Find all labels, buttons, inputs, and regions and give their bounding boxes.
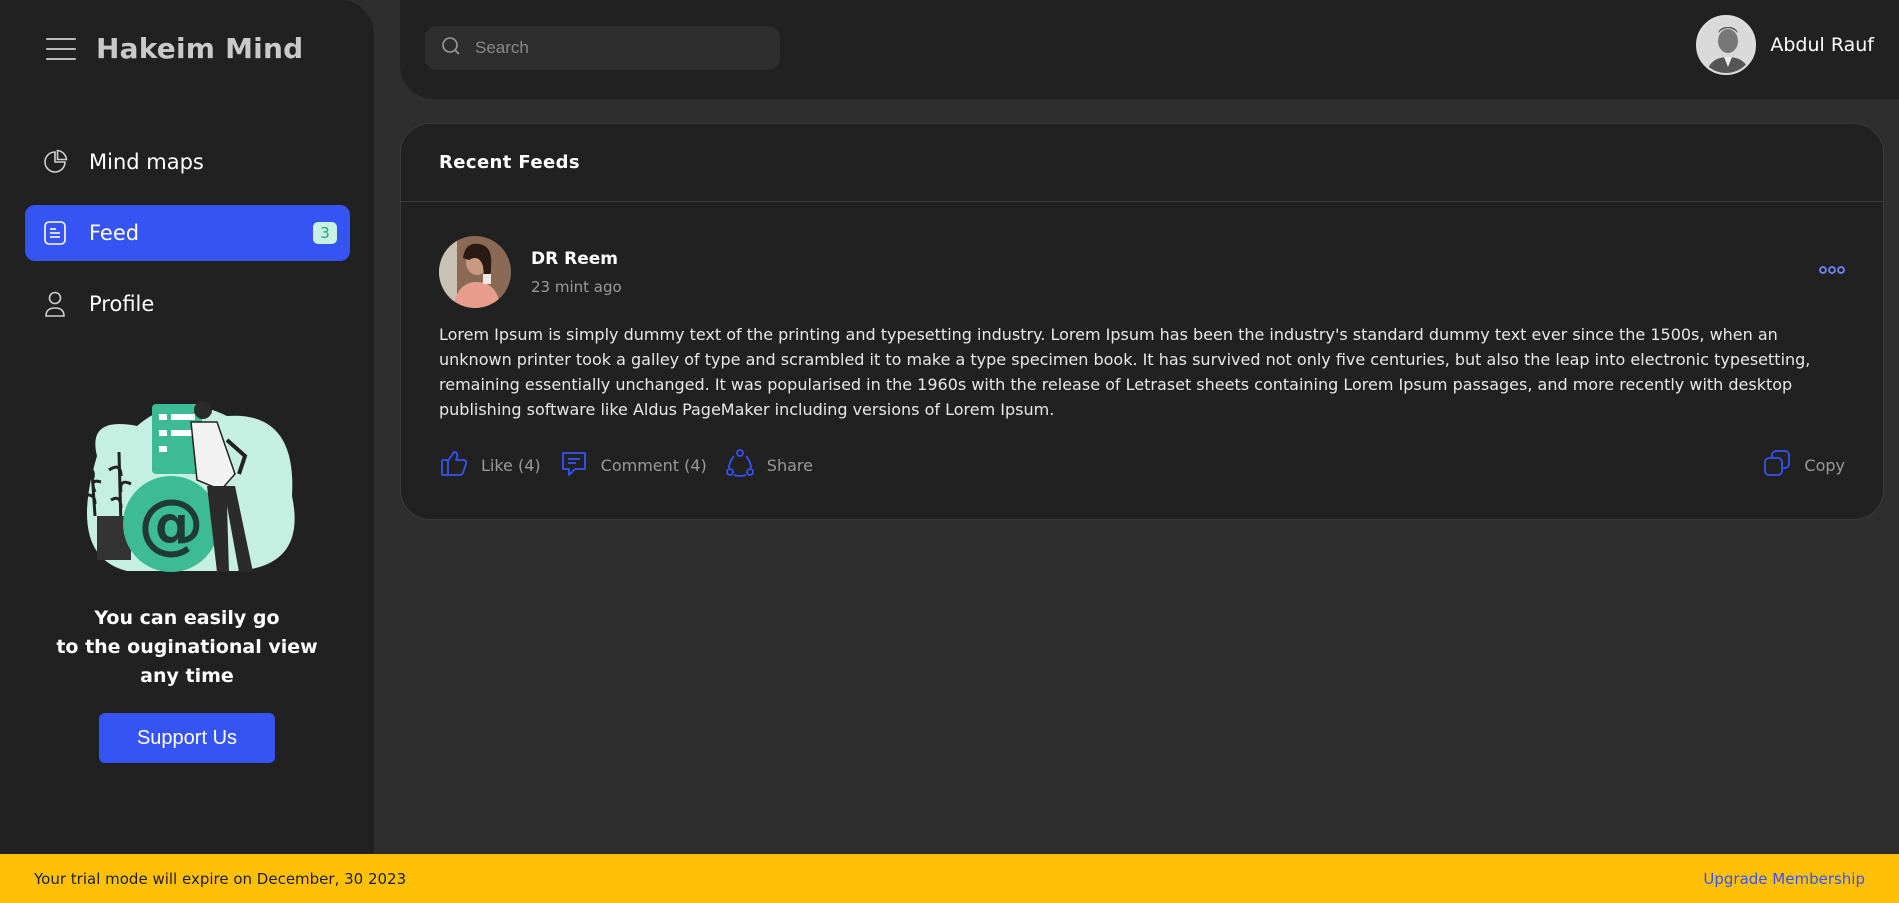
section-title: Recent Feeds (439, 152, 581, 173)
copy-label: Copy (1804, 455, 1845, 475)
sidebar-item-label: Feed (89, 221, 140, 245)
promo-line: any time (140, 665, 234, 687)
sidebar-item-label: Mind maps (89, 150, 204, 174)
share-button[interactable]: Share (725, 448, 813, 482)
sidebar: Hakeim Mind Mind maps Feed 3 Profile @ Y… (0, 0, 374, 854)
comment-label: Comment (4) (600, 455, 707, 475)
promo-panel: @ You can easily go to the ouginational … (0, 396, 374, 763)
card-header: Recent Feeds (401, 124, 1883, 202)
promo-line: You can easily go (94, 607, 280, 629)
promo-line: to the ouginational view (56, 636, 318, 658)
brand: Hakeim Mind (46, 32, 303, 65)
email-illustration-icon: @ (82, 401, 295, 572)
post-body: Lorem Ipsum is simply dummy text of the … (439, 325, 1811, 419)
avatar[interactable] (1696, 15, 1757, 75)
copy-button[interactable]: Copy (1762, 448, 1845, 482)
app-title: Hakeim Mind (96, 32, 304, 65)
recent-feeds-card: Recent Feeds DR Reem 23 mint ago Lorem I… (400, 123, 1884, 520)
copy-icon (1762, 448, 1792, 482)
trial-message: Your trial mode will expire on December,… (34, 869, 407, 888)
comment-icon (559, 448, 589, 482)
support-us-button[interactable]: Support Us (99, 713, 275, 763)
user-name: Abdul Rauf (1770, 34, 1874, 56)
upgrade-membership-link[interactable]: Upgrade Membership (1703, 870, 1865, 888)
document-icon (41, 219, 69, 247)
promo-message: You can easily go to the ouginational vi… (0, 604, 374, 691)
post-time: 23 mint ago (531, 277, 622, 296)
search-box[interactable] (425, 26, 780, 70)
top-header: Abdul Rauf (400, 0, 1899, 99)
share-label: Share (766, 455, 813, 475)
trial-banner: Your trial mode will expire on December,… (0, 854, 1899, 903)
sidebar-item-profile[interactable]: Profile (25, 276, 350, 332)
user-icon (41, 290, 69, 318)
sidebar-item-feed[interactable]: Feed 3 (25, 205, 350, 261)
author-name: DR Reem (531, 248, 618, 269)
like-button[interactable]: Like (4) (439, 448, 541, 482)
author-meta: DR Reem 23 mint ago (531, 249, 622, 296)
pie-chart-icon (41, 148, 69, 176)
sidebar-item-mind-maps[interactable]: Mind maps (25, 134, 350, 190)
thumbs-up-icon (439, 448, 469, 482)
author-avatar[interactable] (439, 236, 511, 308)
comment-button[interactable]: Comment (4) (559, 448, 707, 482)
sidebar-nav: Mind maps Feed 3 Profile (25, 134, 350, 347)
like-label: Like (4) (481, 455, 541, 475)
more-options-icon[interactable] (1819, 260, 1845, 279)
feed-post: DR Reem 23 mint ago Lorem Ipsum is simpl… (401, 202, 1883, 482)
sidebar-item-label: Profile (89, 292, 155, 316)
svg-text:@: @ (138, 485, 204, 562)
search-icon (441, 36, 461, 60)
share-icon (725, 448, 755, 482)
user-menu[interactable]: Abdul Rauf (1696, 15, 1874, 75)
search-input[interactable] (475, 38, 755, 58)
post-author: DR Reem 23 mint ago (439, 236, 1845, 308)
post-actions: Like (4) Comment (4) Share Copy (439, 448, 1845, 482)
feed-count-badge: 3 (313, 222, 337, 244)
menu-icon[interactable] (46, 37, 76, 60)
